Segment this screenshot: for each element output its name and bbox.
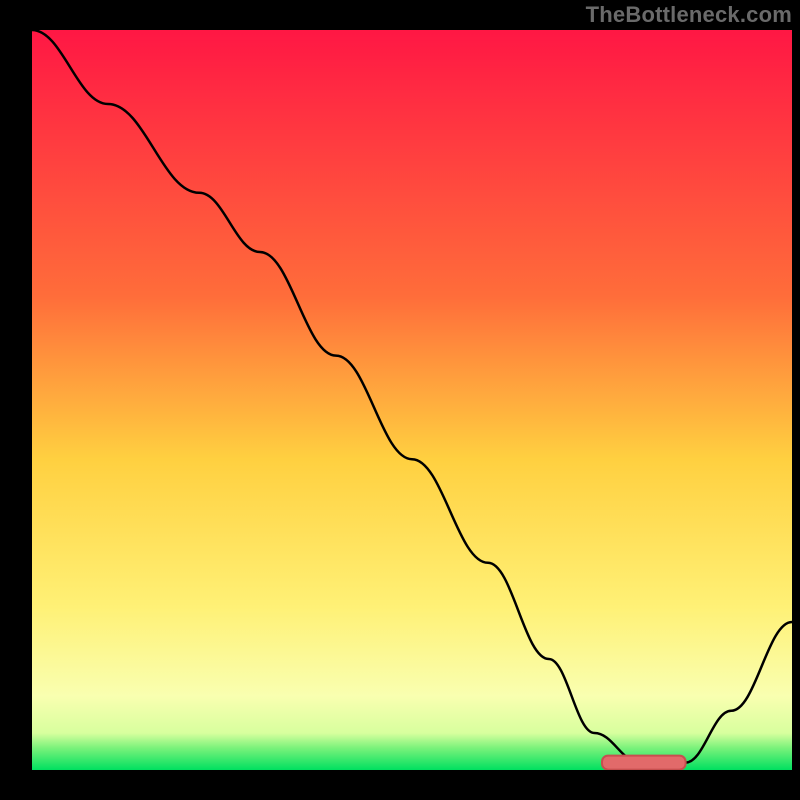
gradient-background xyxy=(32,30,792,770)
chart-frame: TheBottleneck.com xyxy=(0,0,800,800)
watermark-text: TheBottleneck.com xyxy=(586,2,792,28)
chart-svg xyxy=(32,30,792,770)
plot-area xyxy=(32,30,792,770)
optimal-region-marker xyxy=(602,756,686,770)
